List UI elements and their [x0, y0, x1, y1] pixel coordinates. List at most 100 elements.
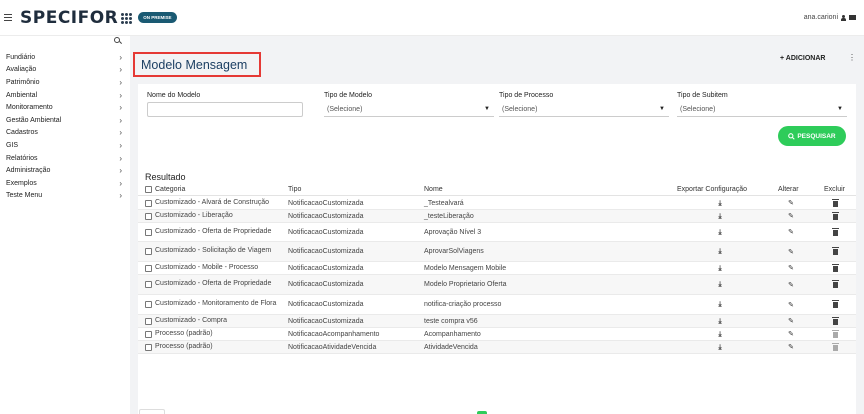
more-options-icon[interactable]: ⋮	[848, 53, 856, 62]
tipo-subitem-select[interactable]: (Selecione) ▼	[677, 102, 847, 117]
categoria-cell: Customizado - Oferta de Propriedade	[145, 223, 285, 241]
categoria-text: Customizado - Solicitação de Viagem	[155, 247, 272, 255]
search-button[interactable]: PESQUISAR	[778, 126, 846, 146]
edit-icon[interactable]: ✎	[784, 328, 798, 340]
edit-icon[interactable]: ✎	[784, 315, 798, 327]
chevron-right-icon: ›	[119, 140, 122, 150]
tipo-cell: NotificacaoCustomizada	[288, 264, 364, 272]
menu-icon[interactable]	[4, 14, 12, 21]
tipo-processo-label: Tipo de Processo	[499, 92, 554, 99]
trash-icon[interactable]	[829, 210, 841, 222]
trash-icon[interactable]	[829, 275, 841, 294]
sidebar-item[interactable]: GIS ›	[0, 139, 130, 152]
sidebar-item[interactable]: Ambiental ›	[0, 89, 130, 102]
sidebar-item[interactable]: Gestão Ambiental ›	[0, 114, 130, 127]
table-row[interactable]: Customizado - Oferta de Propriedade Notif…	[138, 275, 856, 295]
sidebar-item-label: Cadastros	[6, 129, 38, 137]
trash-icon[interactable]	[829, 295, 841, 314]
sidebar-item-label: Teste Menu	[6, 192, 43, 200]
logo-dots-icon	[121, 13, 133, 24]
download-icon[interactable]: ⤓	[713, 197, 727, 209]
nome-cell: Modelo Mensagem Mobile	[424, 264, 507, 272]
download-icon[interactable]: ⤓	[713, 341, 727, 353]
tipo-cell: NotificacaoCustomizada	[288, 317, 364, 325]
edit-icon[interactable]: ✎	[784, 275, 798, 294]
sidebar-item[interactable]: Avaliação ›	[0, 64, 130, 77]
sidebar-item[interactable]: Monitoramento ›	[0, 101, 130, 114]
trash-icon	[829, 328, 841, 340]
sidebar-item[interactable]: Cadastros ›	[0, 127, 130, 140]
edit-icon[interactable]: ✎	[784, 197, 798, 209]
trash-icon[interactable]	[829, 315, 841, 327]
sidebar-item[interactable]: Fundiário ›	[0, 51, 130, 64]
sidebar-item-label: Administração	[6, 167, 51, 175]
nome-cell: Acompanhamento	[424, 330, 481, 338]
trash-icon[interactable]	[829, 223, 841, 241]
row-checkbox[interactable]	[145, 228, 152, 236]
sidebar-item[interactable]: Teste Menu ›	[0, 190, 130, 203]
add-button[interactable]: + ADICIONAR	[780, 55, 825, 62]
download-icon[interactable]: ⤓	[713, 223, 727, 241]
download-icon[interactable]: ⤓	[713, 210, 727, 222]
user-icon[interactable]	[840, 14, 847, 21]
table-row[interactable]: Processo (padrão) NotificacaoAtividadeVen…	[138, 341, 856, 354]
mail-icon[interactable]	[849, 15, 856, 20]
header-alterar: Alterar	[778, 186, 799, 193]
table-row[interactable]: Customizado - Monitoramento de Flora Noti…	[138, 295, 856, 315]
row-checkbox[interactable]	[145, 264, 152, 272]
download-icon[interactable]: ⤓	[713, 315, 727, 327]
edit-icon[interactable]: ✎	[784, 262, 798, 274]
categoria-text: Customizado - Liberação	[155, 211, 233, 219]
row-checkbox[interactable]	[145, 248, 152, 255]
sidebar-menu: Fundiário › Avaliação › Patrimônio › Ambiental…	[0, 51, 130, 202]
sidebar-item[interactable]: Relatórios ›	[0, 152, 130, 165]
username[interactable]: ana.carioni	[804, 14, 838, 21]
table-row[interactable]: Processo (padrão) NotificacaoAcompanhamen…	[138, 328, 856, 341]
table-row[interactable]: Customizado - Liberação NotificacaoCustom…	[138, 210, 856, 223]
sidebar-item-label: Monitoramento	[6, 104, 53, 112]
edit-icon[interactable]: ✎	[784, 341, 798, 353]
table-row[interactable]: Customizado - Alvará de Construção Notifi…	[138, 197, 856, 210]
row-checkbox[interactable]	[145, 212, 152, 220]
categoria-text: Processo (padrão)	[155, 342, 213, 350]
row-checkbox[interactable]	[145, 301, 152, 308]
sidebar-item[interactable]: Patrimônio ›	[0, 76, 130, 89]
edit-icon[interactable]: ✎	[784, 295, 798, 314]
row-checkbox[interactable]	[145, 343, 152, 351]
table-row[interactable]: Customizado - Compra NotificacaoCustomiza…	[138, 315, 856, 328]
header-nome: Nome	[424, 186, 443, 193]
trash-icon[interactable]	[829, 262, 841, 274]
header-categoria-label: Categoria	[155, 186, 186, 193]
sidebar-item[interactable]: Administração ›	[0, 164, 130, 177]
trash-icon[interactable]	[829, 242, 841, 261]
download-icon[interactable]: ⤓	[713, 328, 727, 340]
app-logo[interactable]: SPECIFOR	[20, 8, 118, 28]
nome-modelo-input[interactable]	[147, 102, 303, 117]
edit-icon[interactable]: ✎	[784, 210, 798, 222]
edit-icon[interactable]: ✎	[784, 223, 798, 241]
row-checkbox[interactable]	[145, 317, 152, 325]
categoria-cell: Customizado - Monitoramento de Flora	[145, 295, 285, 314]
sidebar-item-label: Gestão Ambiental	[6, 116, 62, 124]
tipo-processo-select[interactable]: (Selecione) ▼	[499, 102, 669, 117]
trash-icon[interactable]	[829, 197, 841, 209]
download-icon[interactable]: ⤓	[713, 262, 727, 274]
row-checkbox[interactable]	[145, 199, 152, 207]
search-icon[interactable]	[114, 37, 121, 44]
table-row[interactable]: Customizado - Mobile - Processo Notificac…	[138, 262, 856, 275]
download-icon[interactable]: ⤓	[713, 275, 727, 294]
table-row[interactable]: Customizado - Oferta de Propriedade Notif…	[138, 223, 856, 242]
select-all-checkbox[interactable]	[145, 186, 152, 193]
edit-icon[interactable]: ✎	[784, 242, 798, 261]
row-checkbox[interactable]	[145, 281, 152, 288]
download-icon[interactable]: ⤓	[713, 295, 727, 314]
user-menu[interactable]: ana.carioni	[804, 14, 856, 21]
pagination-select[interactable]	[139, 409, 165, 414]
download-icon[interactable]: ⤓	[713, 242, 727, 261]
header-excluir: Excluir	[824, 186, 846, 193]
tipo-modelo-select[interactable]: (Selecione) ▼	[324, 102, 494, 117]
row-checkbox[interactable]	[145, 330, 152, 338]
sidebar-item[interactable]: Exemplos ›	[0, 177, 130, 190]
header-tipo: Tipo	[288, 186, 302, 193]
table-row[interactable]: Customizado - Solicitação de Viagem Notif…	[138, 242, 856, 262]
